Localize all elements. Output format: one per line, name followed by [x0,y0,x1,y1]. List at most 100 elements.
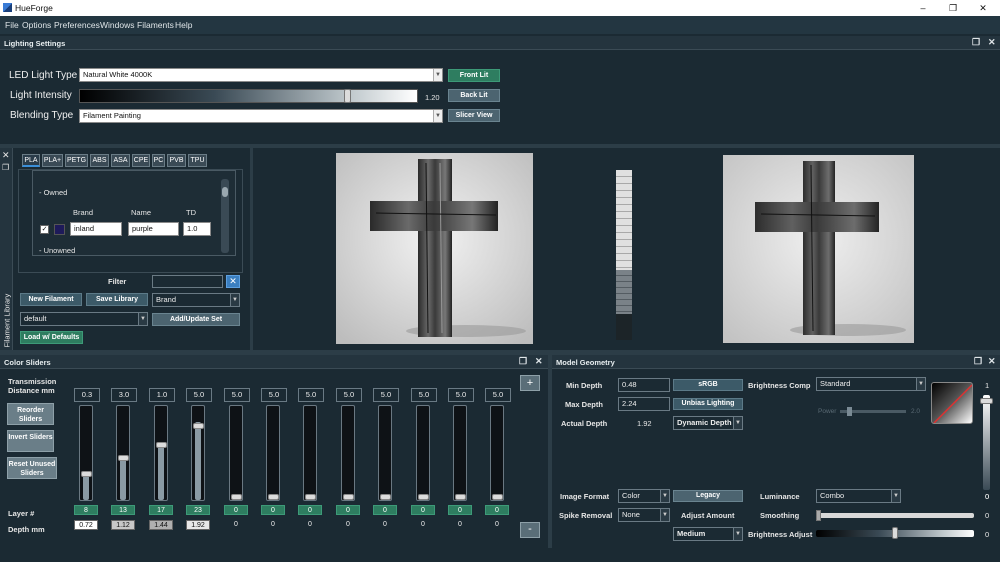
color-slider-thumb[interactable] [305,494,316,500]
color-slider-track[interactable] [266,405,280,501]
owned-group-label[interactable]: - Owned [39,188,67,197]
color-slider-track[interactable] [341,405,355,501]
layer-number-box[interactable]: 0 [336,505,360,515]
transmission-distance-input[interactable]: 5.0 [261,388,287,402]
transmission-distance-input[interactable]: 5.0 [336,388,362,402]
menu-file[interactable]: File [5,20,19,30]
filter-input[interactable] [152,275,223,288]
owned-checkbox[interactable]: ✓ [40,225,49,234]
color-slider-thumb[interactable] [343,494,354,500]
unbias-lighting-button[interactable]: Unbias Lighting [673,398,743,410]
transmission-distance-input[interactable]: 5.0 [186,388,212,402]
layer-number-box[interactable]: 0 [261,505,285,515]
color-slider-track[interactable] [229,405,243,501]
load-defaults-button[interactable]: Load w/ Defaults [20,331,83,344]
brightness-adjust-slider[interactable] [816,527,974,539]
layer-number-box[interactable]: 23 [186,505,210,515]
layer-number-box[interactable]: 0 [448,505,472,515]
light-intensity-thumb[interactable] [344,89,351,103]
close-icon[interactable]: ✕ [535,356,543,367]
adjust-amount-select[interactable]: Medium ▼ [673,527,743,541]
maximize-button[interactable]: ❐ [936,0,970,16]
color-slider-thumb[interactable] [193,423,204,429]
color-slider-track[interactable] [116,405,130,501]
transmission-distance-input[interactable]: 1.0 [149,388,175,402]
color-slider-thumb[interactable] [492,494,503,500]
filament-set-select[interactable]: default ▼ [20,312,148,326]
brightness-adjust-thumb[interactable] [892,527,898,539]
spike-removal-select[interactable]: None ▼ [618,508,670,522]
float-icon[interactable]: ❐ [2,163,9,172]
filament-name-field[interactable]: purple [128,222,179,236]
reset-unused-sliders-button[interactable]: Reset Unused Sliders [7,457,57,479]
power-slider[interactable] [840,407,906,416]
layer-number-box[interactable]: 0 [298,505,322,515]
close-icon[interactable]: ✕ [988,37,996,48]
luminance-select[interactable]: Combo ▼ [816,489,901,503]
layer-number-box[interactable]: 0 [411,505,435,515]
color-slider-track[interactable] [416,405,430,501]
layer-number-box[interactable]: 0 [224,505,248,515]
tab-pc[interactable]: PC [152,154,165,167]
blending-type-select[interactable]: Filament Painting ▼ [79,109,443,123]
minimize-button[interactable]: – [906,0,940,16]
tab-abs[interactable]: ABS [90,154,109,167]
add-slider-button[interactable]: + [520,375,540,391]
layer-number-box[interactable]: 0 [485,505,509,515]
color-slider-track[interactable] [490,405,504,501]
smoothing-slider-thumb[interactable] [816,510,821,521]
max-depth-input[interactable]: 2.24 [618,397,670,411]
color-slider-thumb[interactable] [418,494,429,500]
vertical-brightness-slider[interactable] [980,395,993,490]
transmission-distance-input[interactable]: 5.0 [411,388,437,402]
color-slider-track[interactable] [154,405,168,501]
transmission-distance-input[interactable]: 5.0 [448,388,474,402]
close-button[interactable]: ✕ [966,0,1000,16]
clear-filter-icon[interactable]: ✕ [226,275,240,288]
min-depth-input[interactable]: 0.48 [618,378,670,392]
transmission-distance-input[interactable]: 5.0 [224,388,250,402]
invert-sliders-button[interactable]: Invert Sliders [7,430,54,452]
color-slider-thumb[interactable] [156,442,167,448]
layer-number-box[interactable]: 0 [373,505,397,515]
front-lit-button[interactable]: Front Lit [448,69,500,82]
close-icon[interactable]: ✕ [2,150,10,161]
legacy-button[interactable]: Legacy [673,490,743,502]
tab-tpu[interactable]: TPU [188,154,207,167]
float-icon[interactable]: ❐ [972,37,980,48]
new-filament-button[interactable]: New Filament [20,293,82,306]
scrollbar-thumb[interactable] [222,187,228,197]
layer-number-box[interactable]: 8 [74,505,98,515]
color-slider-track[interactable] [378,405,392,501]
float-icon[interactable]: ❐ [974,356,982,367]
float-icon[interactable]: ❐ [519,356,527,367]
brightness-comp-select[interactable]: Standard ▼ [816,377,926,391]
add-update-set-button[interactable]: Add/Update Set [152,313,240,326]
slicer-view-button[interactable]: Slicer View [448,109,500,122]
menu-options[interactable]: Options [22,20,51,30]
unowned-group-label[interactable]: - Unowned [39,246,75,255]
transmission-distance-input[interactable]: 5.0 [373,388,399,402]
color-slider-thumb[interactable] [81,471,92,477]
menu-windows[interactable]: Windows [100,20,134,30]
led-light-type-select[interactable]: Natural White 4000K ▼ [79,68,443,82]
filament-color-swatch[interactable] [54,224,65,235]
filament-td-field[interactable]: 1.0 [183,222,211,236]
close-icon[interactable]: ✕ [988,356,996,367]
sort-by-select[interactable]: Brand ▼ [152,293,240,307]
power-slider-thumb[interactable] [847,407,852,416]
color-slider-thumb[interactable] [380,494,391,500]
layer-number-box[interactable]: 13 [111,505,135,515]
srgb-button[interactable]: sRGB [673,379,743,391]
color-slider-thumb[interactable] [231,494,242,500]
color-slider-track[interactable] [303,405,317,501]
transmission-distance-input[interactable]: 3.0 [111,388,137,402]
layer-number-box[interactable]: 17 [149,505,173,515]
transmission-distance-input[interactable]: 0.3 [74,388,100,402]
transmission-distance-input[interactable]: 5.0 [485,388,511,402]
vertical-slider-thumb[interactable] [980,398,993,404]
light-intensity-slider[interactable] [79,89,418,103]
color-slider-thumb[interactable] [455,494,466,500]
tab-petg[interactable]: PETG [65,154,88,167]
filament-brand-field[interactable]: inland [70,222,122,236]
